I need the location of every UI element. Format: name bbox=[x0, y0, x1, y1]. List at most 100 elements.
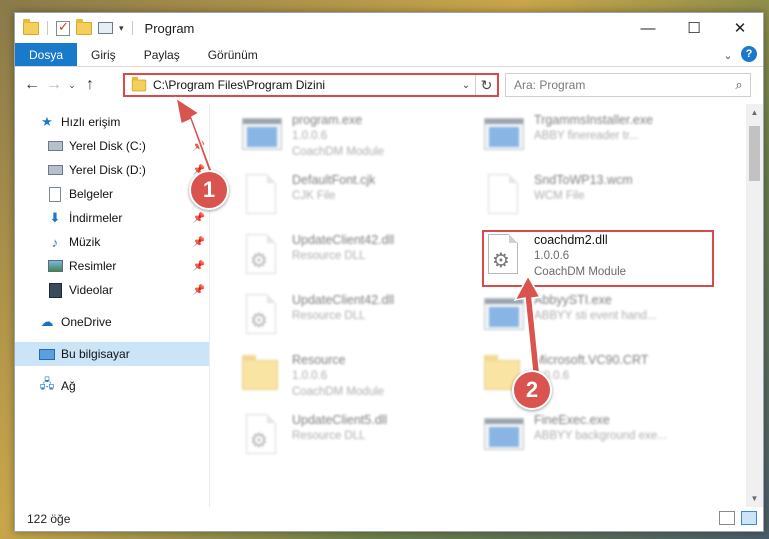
file-name: FineExec.exe bbox=[534, 413, 610, 427]
file-item[interactable]: program.exe 1.0.0.6 CoachDM Module bbox=[230, 108, 460, 166]
pin-icon[interactable]: 📌 bbox=[193, 141, 205, 152]
sidebar-item-this-pc[interactable]: Bu bilgisayar bbox=[15, 342, 209, 366]
quick-access-toolbar: ▾ bbox=[15, 18, 135, 36]
file-item[interactable]: SndToWP13.wcm WCM File bbox=[472, 168, 702, 226]
scroll-thumb[interactable] bbox=[749, 126, 760, 181]
dll-icon: ⚙ bbox=[238, 412, 282, 460]
file-item[interactable]: Microsoft.VC90.CRT 1.0.0.6 bbox=[472, 348, 702, 406]
file-item[interactable]: ⚙ UpdateClient5.dll Resource DLL bbox=[230, 408, 460, 466]
scroll-down-icon[interactable]: ▼ bbox=[746, 490, 763, 507]
sidebar-item-music[interactable]: ♪ Müzik 📌 bbox=[15, 230, 209, 254]
pin-icon[interactable]: 📌 bbox=[193, 213, 205, 224]
sidebar-item-local-disk-c[interactable]: Yerel Disk (C:) 📌 bbox=[15, 134, 209, 158]
file-detail: 1.0.0.6 bbox=[292, 370, 328, 382]
navigation-pane: ★ Hızlı erişim Yerel Disk (C:) 📌 Yerel D… bbox=[15, 104, 210, 507]
highlight-box bbox=[482, 230, 714, 287]
toolbar-divider bbox=[47, 21, 48, 35]
file-name: program.exe bbox=[292, 113, 363, 127]
file-item[interactable]: TrgammsInstaller.exe ABBY finereader tr.… bbox=[472, 108, 702, 166]
file-name: UpdateClient5.dll bbox=[292, 413, 388, 427]
title-bar: ▾ Program — ☐ ✕ bbox=[15, 13, 763, 43]
file-item[interactable]: FineExec.exe ABBYY background exe... bbox=[472, 408, 702, 466]
file-name: TrgammsInstaller.exe bbox=[534, 113, 654, 127]
document-icon bbox=[47, 186, 63, 202]
minimize-button[interactable]: — bbox=[625, 13, 671, 43]
refresh-button[interactable]: ↻ bbox=[475, 75, 497, 95]
vertical-scrollbar[interactable]: ▲ ▼ bbox=[746, 104, 763, 507]
sidebar-item-pictures[interactable]: Resimler 📌 bbox=[15, 254, 209, 278]
details-view-icon[interactable] bbox=[719, 511, 735, 525]
file-detail: Resource DLL bbox=[292, 310, 366, 322]
file-detail: CoachDM Module bbox=[292, 386, 385, 398]
address-bar[interactable]: C:\Program Files\Program Dizini ⌄ ↻ bbox=[123, 73, 499, 97]
help-icon[interactable]: ? bbox=[741, 46, 757, 62]
dll-icon: ⚙ bbox=[238, 232, 282, 280]
forward-button[interactable]: → bbox=[43, 73, 65, 97]
pin-icon[interactable]: 📌 bbox=[193, 261, 205, 272]
file-item[interactable]: DefaultFont.cjk CJK File bbox=[230, 168, 460, 226]
up-button[interactable]: ↑ bbox=[79, 73, 101, 97]
file-name: DefaultFont.cjk bbox=[292, 173, 376, 187]
status-bar: 122 öğe bbox=[15, 507, 763, 531]
file-item[interactable]: ⚙ UpdateClient42.dll Resource DLL bbox=[230, 288, 460, 346]
search-icon[interactable]: ⌕ bbox=[728, 77, 750, 93]
file-detail: Resource DLL bbox=[292, 430, 366, 442]
sidebar-item-videos[interactable]: Videolar 📌 bbox=[15, 278, 209, 302]
drive-icon bbox=[47, 138, 63, 154]
exe-icon bbox=[480, 292, 524, 340]
file-name: Resource bbox=[292, 353, 346, 367]
file-name: UpdateClient42.dll bbox=[292, 233, 395, 247]
folder-icon bbox=[23, 18, 39, 35]
scroll-up-icon[interactable]: ▲ bbox=[746, 104, 763, 121]
file-item[interactable]: ⚙ UpdateClient42.dll Resource DLL bbox=[230, 228, 460, 286]
properties-check-icon[interactable] bbox=[56, 19, 70, 36]
chevron-down-icon[interactable]: ⌄ bbox=[719, 46, 737, 64]
sidebar-item-onedrive[interactable]: ☁ OneDrive bbox=[15, 310, 209, 334]
search-input[interactable] bbox=[514, 78, 728, 92]
cloud-icon: ☁ bbox=[40, 314, 54, 329]
pin-icon[interactable]: 📌 bbox=[193, 285, 205, 296]
search-box[interactable]: ⌕ bbox=[505, 73, 751, 97]
pin-icon[interactable]: 📌 bbox=[193, 237, 205, 248]
file-detail: Resource DLL bbox=[292, 250, 366, 262]
sidebar-item-label: Belgeler bbox=[69, 187, 114, 201]
sidebar-item-label: Bu bilgisayar bbox=[61, 347, 130, 361]
file-detail: ABBYY sti event hand... bbox=[534, 310, 657, 322]
file-name: Microsoft.VC90.CRT bbox=[534, 353, 649, 367]
pictures-icon bbox=[47, 258, 63, 274]
file-item[interactable]: AbbyySTI.exe ABBYY sti event hand... bbox=[472, 288, 702, 346]
exe-icon bbox=[480, 112, 524, 160]
sidebar-item-quick-access[interactable]: ★ Hızlı erişim bbox=[15, 110, 209, 134]
large-icons-view-icon[interactable] bbox=[741, 511, 757, 525]
file-icon bbox=[480, 172, 524, 220]
properties-icon[interactable] bbox=[98, 22, 113, 34]
tab-share[interactable]: Paylaş bbox=[130, 43, 194, 66]
file-item[interactable]: Resource 1.0.0.6 CoachDM Module bbox=[230, 348, 460, 406]
back-button[interactable]: ← bbox=[21, 73, 43, 97]
address-path[interactable]: C:\Program Files\Program Dizini bbox=[153, 78, 457, 92]
exe-icon bbox=[480, 412, 524, 460]
sidebar-item-label: Yerel Disk (C:) bbox=[69, 139, 146, 153]
maximize-button[interactable]: ☐ bbox=[671, 13, 717, 43]
customize-toolbar-chevron-icon[interactable]: ▾ bbox=[119, 23, 124, 34]
tab-home[interactable]: Giriş bbox=[77, 43, 130, 66]
chevron-down-icon[interactable]: ⌄ bbox=[457, 80, 475, 91]
sidebar-item-local-disk-d[interactable]: Yerel Disk (D:) 📌 bbox=[15, 158, 209, 182]
new-folder-icon[interactable] bbox=[76, 18, 92, 35]
content-area: ★ Hızlı erişim Yerel Disk (C:) 📌 Yerel D… bbox=[15, 104, 763, 507]
step-marker-1: 1 bbox=[189, 170, 229, 210]
file-detail: 1.0.0.6 bbox=[292, 130, 328, 142]
file-detail: 1.0.0.6 bbox=[534, 370, 570, 382]
file-detail: CJK File bbox=[292, 190, 336, 202]
sidebar-item-label: OneDrive bbox=[61, 315, 112, 329]
tab-view[interactable]: Görünüm bbox=[194, 43, 272, 66]
dll-icon: ⚙ bbox=[238, 292, 282, 340]
recent-locations-button[interactable]: ⌄ bbox=[65, 73, 79, 97]
download-icon: ⬇ bbox=[49, 210, 61, 225]
sidebar-item-network[interactable]: 🖧 Ağ bbox=[15, 374, 209, 398]
sidebar-item-documents[interactable]: Belgeler 📌 bbox=[15, 182, 209, 206]
tab-file[interactable]: Dosya bbox=[15, 43, 78, 66]
close-button[interactable]: ✕ bbox=[717, 13, 763, 43]
sidebar-item-downloads[interactable]: ⬇ İndirmeler 📌 bbox=[15, 206, 209, 230]
file-detail: ABBYY background exe... bbox=[534, 430, 667, 442]
